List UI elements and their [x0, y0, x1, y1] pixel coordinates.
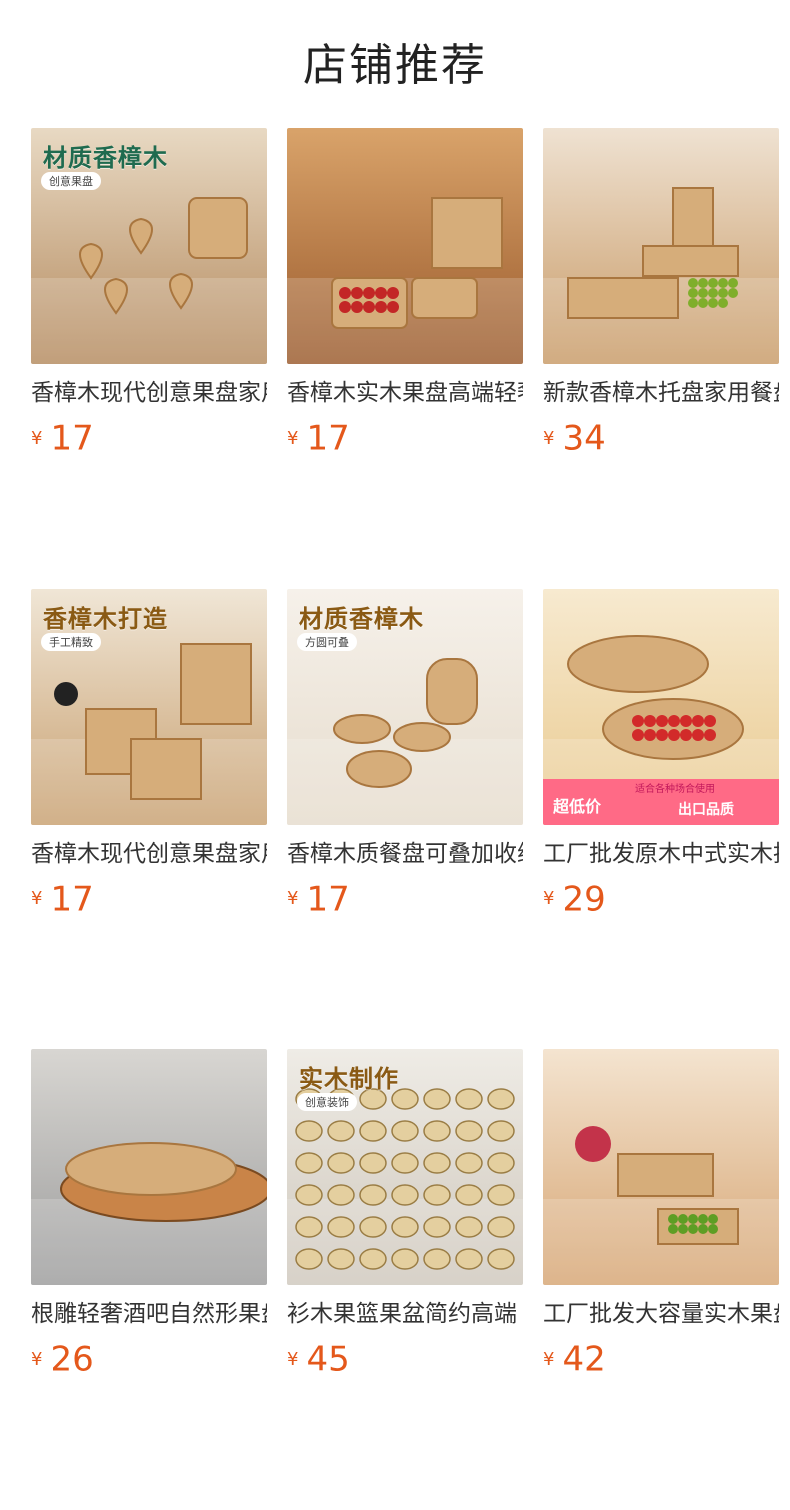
product-name[interactable]: 新款香樟木托盘家用餐盘 [543, 378, 779, 408]
product-image[interactable]: 实木制作 创意装饰 [287, 1049, 523, 1285]
price-value: 17 [306, 879, 350, 919]
product-price: ¥17 [31, 420, 267, 457]
image-overlay-title: 材质香樟木 [299, 604, 424, 633]
price-value: 42 [562, 1339, 606, 1380]
currency-symbol: ¥ [543, 888, 555, 909]
product-price: ¥29 [543, 879, 779, 919]
page-title: 店铺推荐 [303, 40, 487, 91]
product-card[interactable]: 材质香樟木 方圆可叠香樟木质餐盘可叠加收纳 ¥17 [287, 588, 523, 919]
product-card[interactable]: 根雕轻奢酒吧自然形果盘 ¥26 [31, 1049, 267, 1378]
currency-symbol: ¥ [31, 888, 43, 909]
image-overlay-subtitle: 创意果盘 [41, 172, 101, 190]
product-name[interactable]: 香樟木质餐盘可叠加收纳 [287, 839, 523, 869]
product-image[interactable]: 材质香樟木 创意果盘 [31, 128, 267, 364]
promo-export-quality-label: 出口品质 [678, 801, 734, 818]
product-image[interactable] [31, 1049, 267, 1285]
price-value: 34 [562, 418, 606, 459]
currency-symbol: ¥ [31, 427, 43, 449]
product-price: ¥34 [543, 420, 779, 457]
product-image[interactable] [543, 128, 779, 364]
product-image[interactable]: 超低价 适合各种场合使用出口品质 [543, 588, 779, 825]
product-card[interactable]: 新款香樟木托盘家用餐盘 ¥34 [543, 128, 779, 457]
product-name[interactable]: 根雕轻奢酒吧自然形果盘 [31, 1299, 267, 1329]
promo-low-price-label: 超低价 [553, 796, 602, 816]
product-card[interactable]: 超低价 适合各种场合使用出口品质工厂批发原木中式实木托盘 ¥29 [543, 588, 779, 919]
product-image[interactable]: 香樟木打造 手工精致 [31, 588, 267, 825]
product-name[interactable]: 香樟木实木果盘高端轻奢 [287, 378, 523, 408]
product-name[interactable]: 香樟木现代创意果盘家用 [31, 378, 267, 408]
promo-occasion-label: 适合各种场合使用 [635, 783, 715, 795]
product-name[interactable]: 衫木果篮果盆简约高端 [287, 1299, 523, 1329]
product-card[interactable]: 工厂批发大容量实木果盘 ¥42 [543, 1049, 779, 1378]
product-card[interactable]: 香樟木实木果盘高端轻奢 ¥17 [287, 128, 523, 457]
price-value: 29 [562, 879, 606, 919]
product-price: ¥17 [287, 879, 523, 919]
product-name[interactable]: 香樟木现代创意果盘家用 [31, 839, 267, 869]
product-price: ¥26 [31, 1341, 267, 1378]
image-overlay-subtitle: 手工精致 [41, 632, 101, 651]
currency-symbol: ¥ [543, 1348, 555, 1370]
price-value: 17 [306, 418, 350, 459]
image-overlay-subtitle: 创意装饰 [297, 1093, 357, 1111]
image-overlay-subtitle: 方圆可叠 [297, 632, 357, 651]
image-overlay-title: 材质香樟木 [43, 144, 168, 172]
product-card[interactable]: 实木制作 创意装饰衫木果篮果盆简约高端 ¥45 [287, 1049, 523, 1378]
image-overlay-title: 香樟木打造 [43, 604, 168, 633]
price-value: 17 [50, 879, 94, 919]
currency-symbol: ¥ [287, 427, 299, 449]
currency-symbol: ¥ [543, 427, 555, 449]
product-image[interactable] [543, 1049, 779, 1285]
product-price: ¥17 [287, 420, 523, 457]
price-value: 17 [50, 418, 94, 459]
price-value: 26 [50, 1339, 94, 1380]
currency-symbol: ¥ [287, 888, 299, 909]
product-row: 根雕轻奢酒吧自然形果盘 ¥26 实木制作 创意装饰衫木果篮果盆简约高端 ¥45 工厂批发大… [31, 1049, 779, 1378]
currency-symbol: ¥ [31, 1348, 43, 1370]
product-card[interactable]: 香樟木打造 手工精致香樟木现代创意果盘家用 ¥17 [31, 588, 267, 919]
product-price: ¥17 [31, 879, 267, 919]
product-price: ¥45 [287, 1341, 523, 1378]
currency-symbol: ¥ [287, 1348, 299, 1370]
product-card[interactable]: 材质香樟木 创意果盘香樟木现代创意果盘家用 ¥17 [31, 128, 267, 457]
product-row: 香樟木打造 手工精致 香樟木现代创意果盘家用 ¥17 材质香樟木 方圆可叠 香樟木质餐盘可叠… [31, 588, 779, 919]
product-grid: 材质香樟木 创意果盘 香樟木现代创意果盘家用 ¥17 香樟木实木果盘高端轻奢 ¥17 新款香… [31, 128, 779, 1510]
product-image[interactable]: 材质香樟木 方圆可叠 [287, 588, 523, 825]
image-overlay-title: 实木制作 [299, 1065, 399, 1093]
product-row: 材质香樟木 创意果盘香樟木现代创意果盘家用 ¥17 香樟木实木果盘高端轻奢 ¥17 新款香… [31, 128, 779, 457]
product-price: ¥42 [543, 1341, 779, 1378]
price-value: 45 [306, 1339, 350, 1380]
product-name[interactable]: 工厂批发原木中式实木托盘 [543, 839, 779, 869]
product-name[interactable]: 工厂批发大容量实木果盘 [543, 1299, 779, 1329]
product-image[interactable] [287, 128, 523, 364]
